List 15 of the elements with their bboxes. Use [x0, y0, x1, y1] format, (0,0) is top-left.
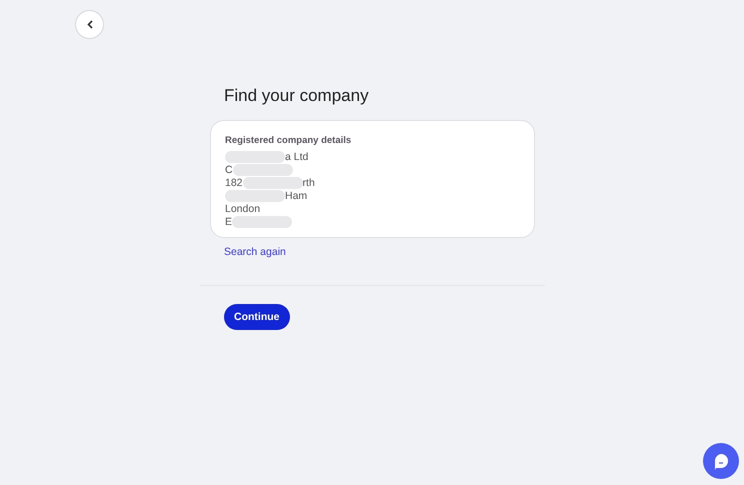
chat-button[interactable] [703, 443, 739, 479]
address-text: Ham [285, 190, 308, 202]
search-again-link[interactable]: Search again [224, 246, 286, 258]
address-text: 182 [225, 176, 243, 188]
address-text: a Ltd [285, 150, 308, 162]
page-title: Find your company [224, 86, 370, 106]
chat-bubble-icon [713, 452, 729, 470]
address-text: E [225, 216, 232, 228]
address-text: rth [302, 176, 315, 188]
chevron-left-icon [86, 20, 92, 29]
back-button[interactable] [75, 10, 104, 39]
address-text: C [225, 164, 233, 176]
continue-button[interactable]: Continue [224, 304, 290, 330]
address-text: London [225, 202, 260, 214]
card-label: Registered company details [225, 135, 352, 146]
